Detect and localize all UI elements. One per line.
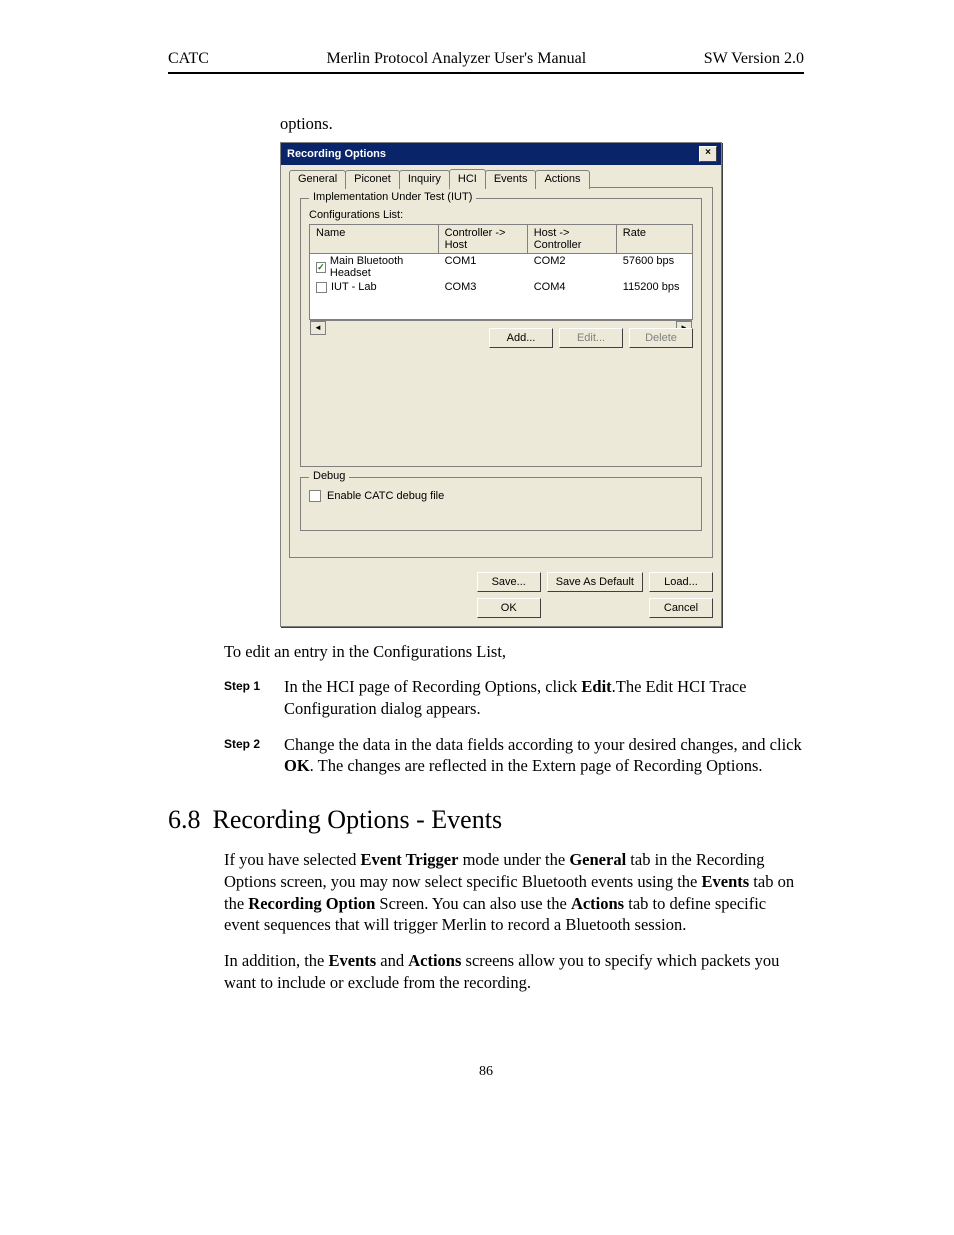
col-controller-host[interactable]: Controller -> Host xyxy=(439,225,528,253)
checkbox-icon[interactable] xyxy=(316,282,327,293)
iut-group-title: Implementation Under Test (IUT) xyxy=(309,191,476,203)
configurations-label: Configurations List: xyxy=(309,209,693,221)
col-rate[interactable]: Rate xyxy=(617,225,692,253)
continued-text: options. xyxy=(280,114,804,134)
delete-button[interactable]: Delete xyxy=(629,328,693,348)
debug-groupbox: Debug Enable CATC debug file xyxy=(300,477,702,531)
row-name: IUT - Lab xyxy=(331,281,377,293)
recording-options-dialog: Recording Options × General Piconet Inqu… xyxy=(280,142,722,627)
row-rate: 115200 bps xyxy=(617,280,692,294)
ok-button[interactable]: OK xyxy=(477,598,541,618)
row-c2h: COM3 xyxy=(439,280,528,294)
tab-actions[interactable]: Actions xyxy=(535,170,589,189)
save-default-button[interactable]: Save As Default xyxy=(547,572,643,592)
tab-hci[interactable]: HCI xyxy=(449,169,486,188)
row-name: Main Bluetooth Headset xyxy=(330,255,433,279)
dialog-titlebar[interactable]: Recording Options × xyxy=(281,143,721,165)
edit-button[interactable]: Edit... xyxy=(559,328,623,348)
running-header: CATC Merlin Protocol Analyzer User's Man… xyxy=(168,50,804,74)
list-item[interactable]: ✓ Main Bluetooth Headset COM1 COM2 57600 … xyxy=(310,254,692,280)
debug-checkbox[interactable] xyxy=(309,490,321,502)
header-right: SW Version 2.0 xyxy=(704,50,804,68)
step-2-text: Change the data in the data fields accor… xyxy=(284,734,804,778)
edit-intro: To edit an entry in the Configurations L… xyxy=(224,641,804,662)
tab-strip: General Piconet Inquiry HCI Events Actio… xyxy=(289,169,713,188)
step-1-label: Step 1 xyxy=(224,676,266,720)
page-number: 86 xyxy=(168,1064,804,1080)
section-paragraph-2: In addition, the Events and Actions scre… xyxy=(224,950,804,994)
tab-events[interactable]: Events xyxy=(485,170,537,189)
col-host-controller[interactable]: Host -> Controller xyxy=(528,225,617,253)
checkbox-icon[interactable]: ✓ xyxy=(316,262,326,273)
section-title: Recording Options - Events xyxy=(213,805,503,835)
debug-checkbox-label: Enable CATC debug file xyxy=(327,490,444,502)
debug-group-title: Debug xyxy=(309,470,349,482)
section-heading: 6.8 Recording Options - Events xyxy=(168,805,804,835)
step-2-label: Step 2 xyxy=(224,734,266,778)
step-1-text: In the HCI page of Recording Options, cl… xyxy=(284,676,804,720)
save-button[interactable]: Save... xyxy=(477,572,541,592)
row-c2h: COM1 xyxy=(439,254,528,280)
tab-inquiry[interactable]: Inquiry xyxy=(399,170,450,189)
header-center: Merlin Protocol Analyzer User's Manual xyxy=(326,50,586,68)
section-paragraph-1: If you have selected Event Trigger mode … xyxy=(224,849,804,936)
row-rate: 57600 bps xyxy=(617,254,692,280)
tab-piconet[interactable]: Piconet xyxy=(345,170,400,189)
row-h2c: COM2 xyxy=(528,254,617,280)
row-h2c: COM4 xyxy=(528,280,617,294)
iut-groupbox: Implementation Under Test (IUT) Configur… xyxy=(300,198,702,467)
tab-panel-hci: Implementation Under Test (IUT) Configur… xyxy=(289,187,713,558)
section-number: 6.8 xyxy=(168,805,201,835)
list-item[interactable]: IUT - Lab COM3 COM4 115200 bps xyxy=(310,280,692,294)
header-left: CATC xyxy=(168,50,209,68)
close-icon[interactable]: × xyxy=(699,146,717,162)
tab-general[interactable]: General xyxy=(289,170,346,189)
cancel-button[interactable]: Cancel xyxy=(649,598,713,618)
configurations-listview[interactable]: Name Controller -> Host Host -> Controll… xyxy=(309,224,693,320)
col-name[interactable]: Name xyxy=(310,225,439,253)
scroll-left-icon[interactable]: ◄ xyxy=(310,321,326,335)
load-button[interactable]: Load... xyxy=(649,572,713,592)
add-button[interactable]: Add... xyxy=(489,328,553,348)
dialog-title: Recording Options xyxy=(287,148,386,160)
